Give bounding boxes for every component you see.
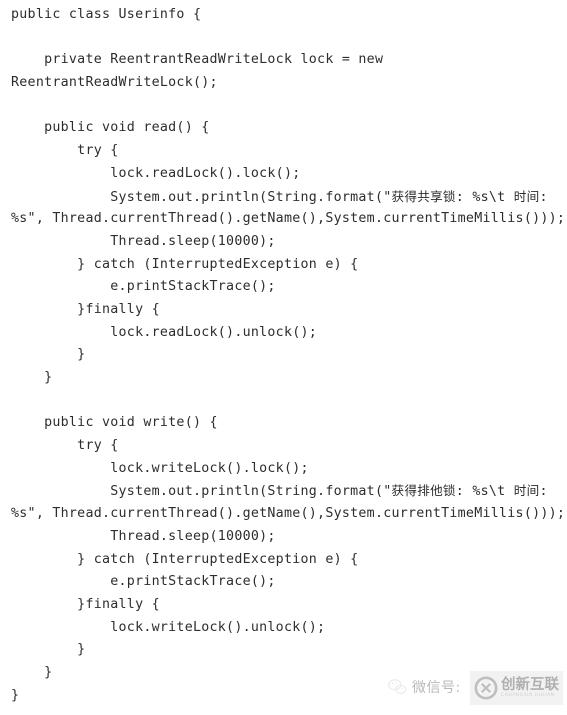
code-line: lock.writeLock().unlock(); — [11, 619, 326, 635]
code-line: lock.readLock().lock(); — [11, 165, 301, 181]
code-line: } — [11, 370, 53, 385]
code-line: private ReentrantReadWriteLock lock = ne… — [11, 52, 384, 68]
code-line: System.out.println(String.format("获得排他锁:… — [11, 483, 548, 500]
code-line: e.printStackTrace(); — [11, 574, 276, 590]
code-line: lock.readLock().unlock(); — [11, 324, 318, 340]
cx-circle-icon — [473, 675, 499, 701]
code-line: try { — [11, 438, 119, 454]
code-line: }finally { — [11, 301, 160, 317]
code-line: } catch (InterruptedException e) { — [11, 256, 359, 272]
code-line: System.out.println(String.format("获得共享锁:… — [11, 188, 548, 205]
code-line: Thread.sleep(10000); — [11, 528, 276, 544]
code-line: try { — [11, 143, 119, 159]
code-line: } — [11, 642, 86, 658]
brand-logo-title: 创新互联 — [501, 676, 559, 693]
code-line: } — [11, 347, 86, 363]
code-line: e.printStackTrace(); — [11, 279, 276, 295]
code-line: public void write() { — [11, 415, 218, 431]
brand-logo: 创新互联 CHUANGXIN HULIAN — [470, 671, 563, 705]
code-line: Thread.sleep(10000); — [11, 233, 276, 249]
code-line: } catch (InterruptedException e) { — [11, 551, 359, 567]
code-line: %s", Thread.currentThread().getName(),Sy… — [11, 506, 566, 522]
code-line: lock.writeLock().lock(); — [11, 460, 309, 476]
brand-logo-text: 创新互联 CHUANGXIN HULIAN — [501, 678, 559, 699]
brand-logo-subtitle: CHUANGXIN HULIAN — [501, 693, 555, 699]
code-line: public void read() { — [11, 120, 210, 136]
code-line: %s", Thread.currentThread().getName(),Sy… — [11, 211, 566, 227]
code-line: public class Userinfo { — [11, 7, 202, 22]
code-line: ReentrantReadWriteLock(); — [11, 75, 218, 91]
code-line: }finally { — [11, 596, 160, 612]
code-block: public class Userinfo { private Reentran… — [0, 0, 567, 707]
